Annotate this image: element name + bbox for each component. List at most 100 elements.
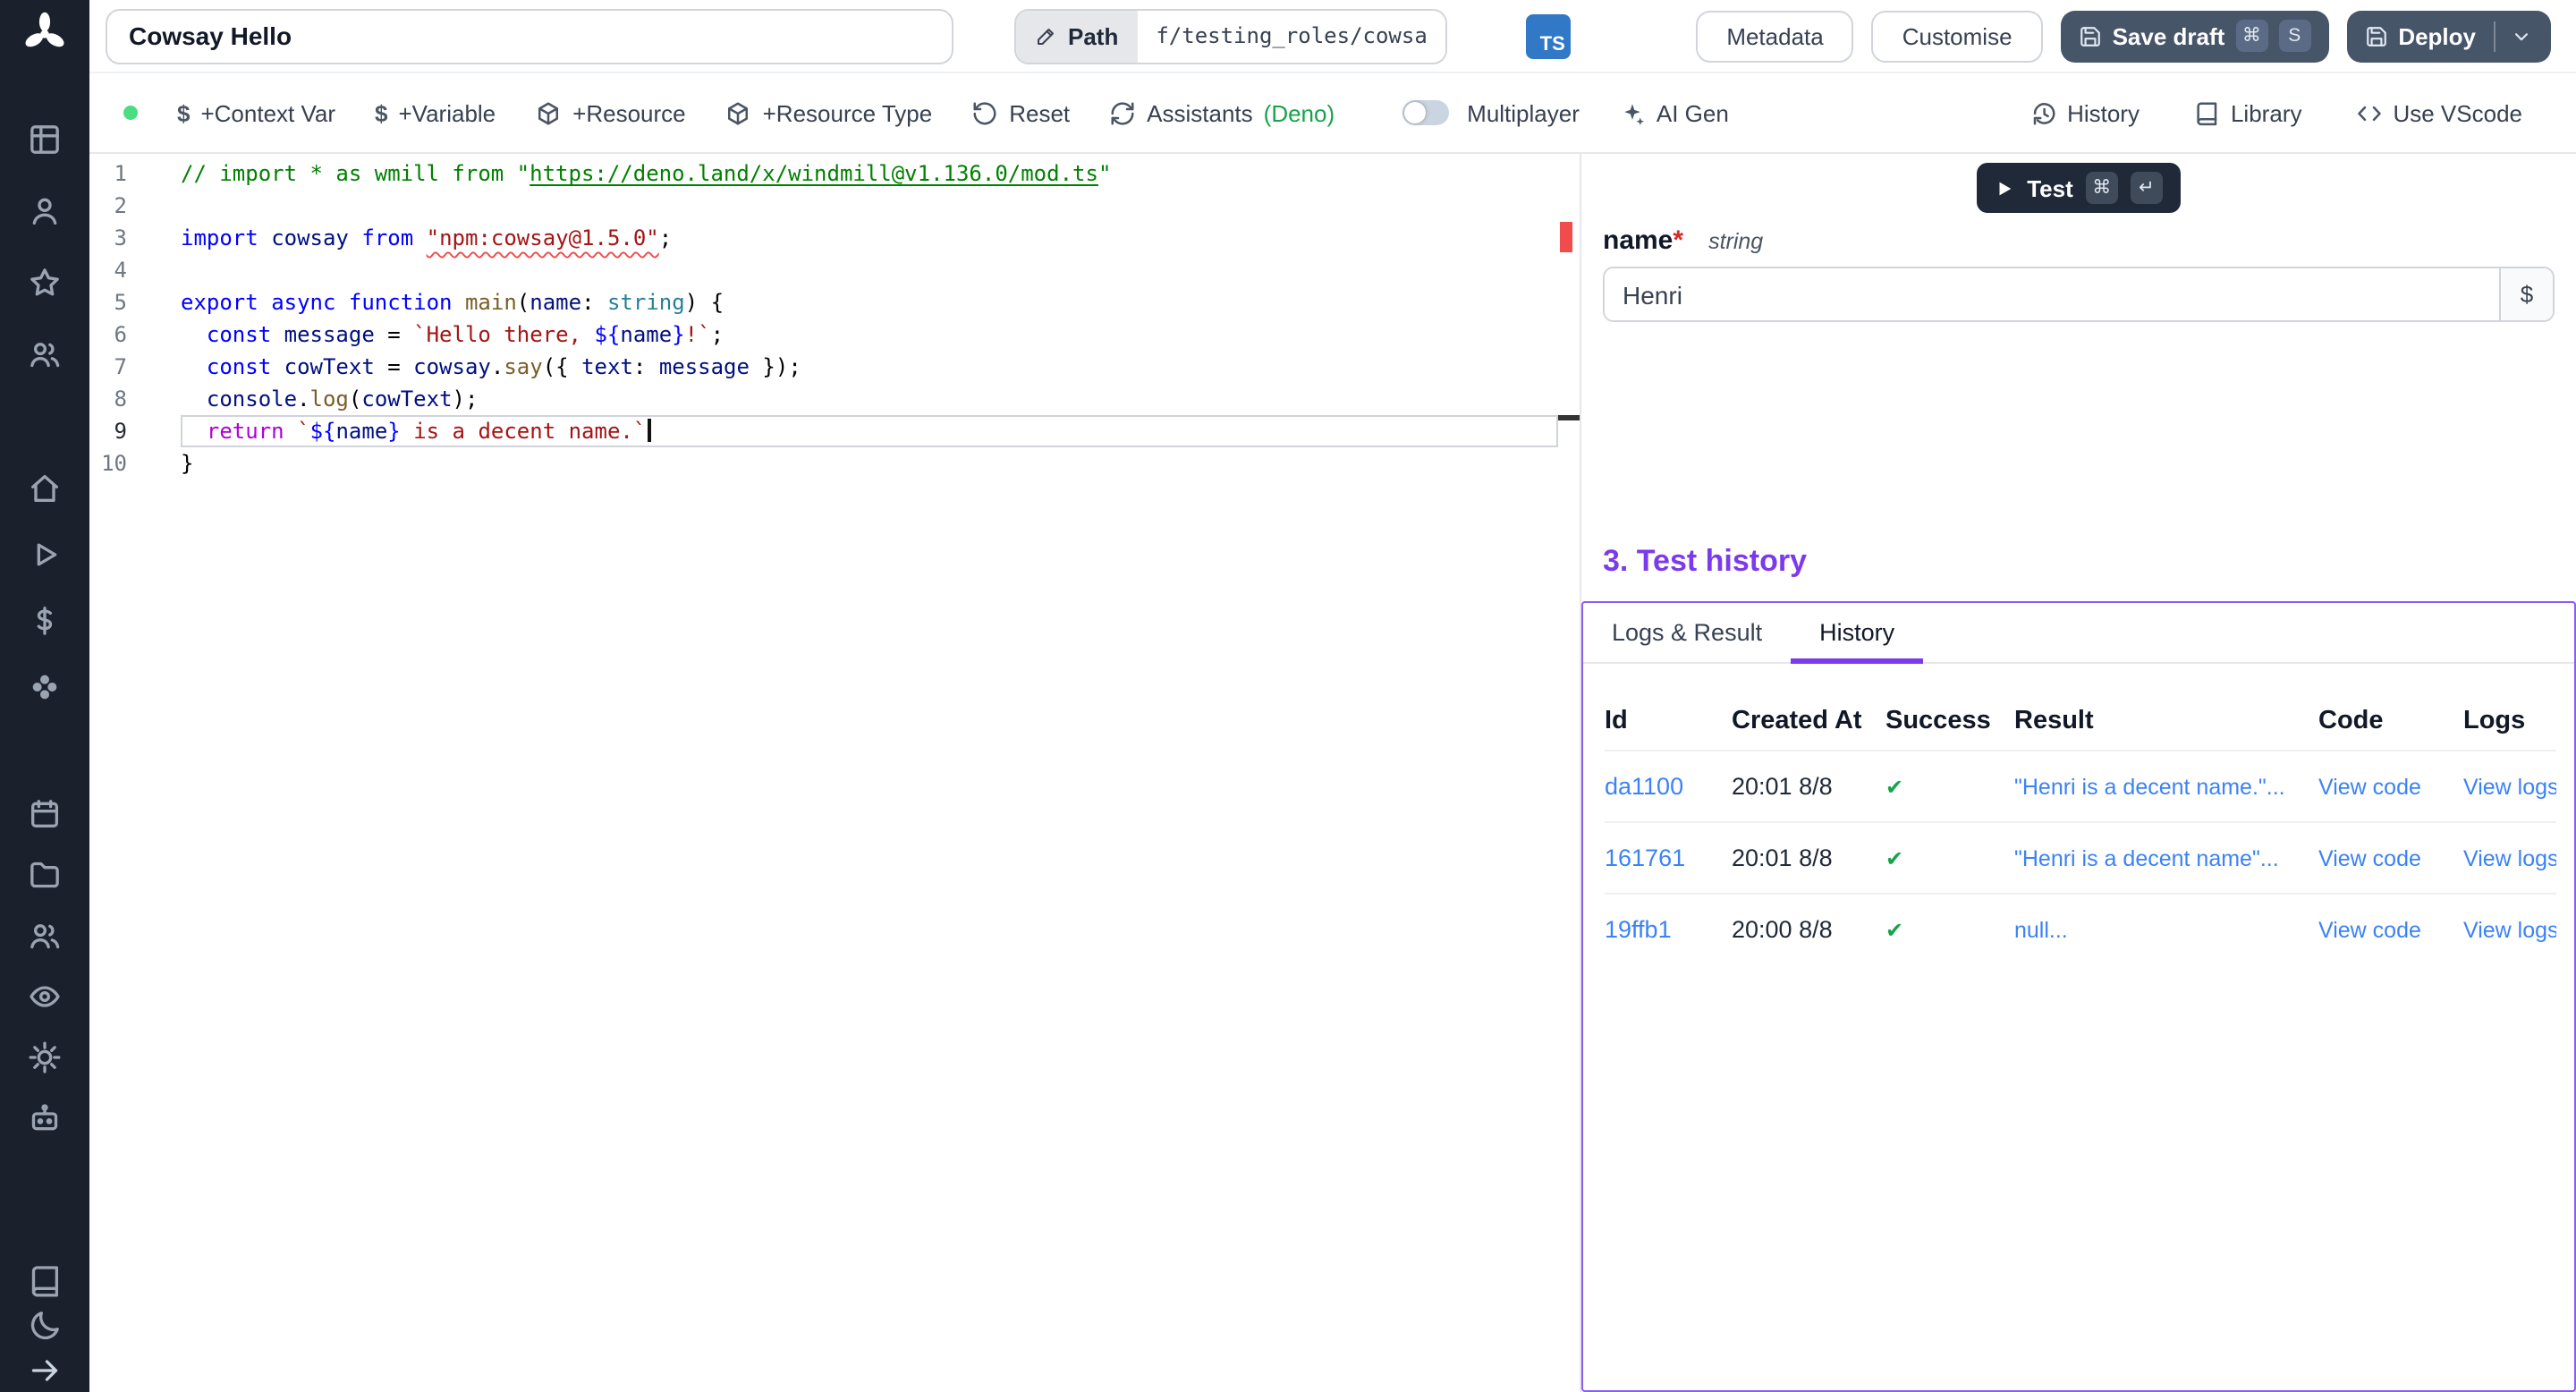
run-id-link[interactable]: da1100 bbox=[1605, 773, 1732, 800]
line-number: 3 bbox=[89, 222, 127, 254]
ai-gen-button[interactable]: AI Gen bbox=[1619, 99, 1729, 126]
add-resource-type-label: +Resource Type bbox=[763, 99, 933, 126]
reset-button[interactable]: Reset bbox=[971, 99, 1070, 126]
sidebar-item-schedules[interactable] bbox=[27, 796, 63, 832]
sidebar bbox=[0, 0, 89, 1392]
script-name-input[interactable] bbox=[106, 8, 953, 64]
sidebar-item-settings[interactable] bbox=[27, 1040, 63, 1075]
view-code-link[interactable]: View code bbox=[2318, 917, 2463, 942]
multiplayer-toggle[interactable] bbox=[1402, 100, 1449, 125]
code-line: } bbox=[181, 447, 1558, 480]
line-number: 9 bbox=[89, 415, 127, 447]
run-result-link[interactable]: "Henri is a decent name."... bbox=[2014, 774, 2318, 799]
history-row: 19ffb120:00 8/8✔null...View codeView log… bbox=[1605, 893, 2556, 964]
editor-code-area[interactable]: // import * as wmill from "https://deno.… bbox=[181, 154, 1558, 1392]
insert-variable-button[interactable]: $ bbox=[2499, 268, 2553, 320]
save-draft-button[interactable]: Save draft ⌘ S bbox=[2061, 10, 2329, 62]
test-button[interactable]: Test ⌘ ↵ bbox=[1977, 163, 2181, 213]
s-key-badge: S bbox=[2278, 20, 2310, 52]
sidebar-expand-button[interactable] bbox=[27, 1352, 63, 1388]
tab-history[interactable]: History bbox=[1791, 603, 1923, 662]
test-row: Test ⌘ ↵ bbox=[1581, 163, 2576, 213]
cmd-key-badge: ⌘ bbox=[2086, 172, 2118, 204]
overview-ruler bbox=[1558, 154, 1580, 1392]
use-vscode-label: Use VScode bbox=[2393, 99, 2522, 126]
path-value[interactable]: f/testing_roles/cowsa bbox=[1138, 10, 1445, 62]
run-created-at: 20:01 8/8 bbox=[1732, 845, 1885, 871]
cube-icon bbox=[725, 99, 752, 126]
use-vscode-button[interactable]: Use VScode bbox=[2355, 99, 2522, 126]
run-result-link[interactable]: "Henri is a decent name"... bbox=[2014, 845, 2318, 870]
sidebar-item-theme[interactable] bbox=[27, 1307, 63, 1343]
line-number: 6 bbox=[89, 318, 127, 351]
sidebar-item-groups[interactable] bbox=[27, 918, 63, 954]
add-resource-button[interactable]: +Resource bbox=[535, 99, 685, 126]
folder-icon bbox=[27, 857, 63, 893]
test-history-panel: Logs & Result History Id Created At Succ… bbox=[1581, 601, 2576, 1392]
calendar-icon bbox=[27, 796, 63, 832]
tab-logs-result[interactable]: Logs & Result bbox=[1583, 603, 1791, 662]
sidebar-item-docs[interactable] bbox=[27, 1262, 63, 1298]
sidebar-item-profile[interactable] bbox=[27, 193, 63, 229]
sidebar-item-variables[interactable] bbox=[27, 602, 63, 638]
customise-button[interactable]: Customise bbox=[1872, 10, 2043, 62]
add-context-var-button[interactable]: $ +Context Var bbox=[177, 99, 335, 126]
history-button[interactable]: History bbox=[2029, 99, 2140, 126]
add-variable-button[interactable]: $ +Variable bbox=[375, 99, 496, 126]
view-code-link[interactable]: View code bbox=[2318, 774, 2463, 799]
sidebar-item-folders[interactable] bbox=[27, 857, 63, 893]
windmill-logo-icon[interactable] bbox=[20, 9, 70, 59]
view-code-link[interactable]: View code bbox=[2318, 845, 2463, 870]
view-logs-link[interactable]: View logs bbox=[2463, 774, 2556, 799]
cursor-marker bbox=[1558, 415, 1580, 420]
view-logs-link[interactable]: View logs bbox=[2463, 917, 2556, 942]
clover-icon bbox=[27, 668, 63, 704]
refresh-icon bbox=[1109, 99, 1136, 126]
users-icon bbox=[27, 336, 63, 372]
toggle-knob bbox=[1404, 102, 1426, 123]
multiplayer-label: Multiplayer bbox=[1467, 99, 1580, 126]
sidebar-item-runs[interactable] bbox=[27, 536, 63, 572]
play-icon bbox=[1995, 178, 2014, 198]
sidebar-item-audit[interactable] bbox=[27, 979, 63, 1014]
sidebar-item-apps[interactable] bbox=[27, 122, 63, 157]
argument-input[interactable] bbox=[1605, 268, 2499, 320]
run-created-at: 20:00 8/8 bbox=[1732, 916, 1885, 943]
run-id-link[interactable]: 161761 bbox=[1605, 845, 1732, 871]
gear-icon bbox=[27, 1040, 63, 1075]
line-number: 5 bbox=[89, 286, 127, 318]
sidebar-item-favorites[interactable] bbox=[27, 265, 63, 301]
arrow-right-icon bbox=[27, 1352, 63, 1388]
cube-icon bbox=[535, 99, 562, 126]
col-header-logs: Logs bbox=[2463, 707, 2556, 735]
dollar-icon: $ bbox=[177, 99, 190, 126]
deploy-dropdown-button[interactable] bbox=[2510, 24, 2533, 47]
argument-input-row: $ bbox=[1603, 267, 2555, 322]
add-resource-type-button[interactable]: +Resource Type bbox=[725, 99, 933, 126]
line-number: 4 bbox=[89, 254, 127, 286]
grid-icon bbox=[27, 122, 63, 157]
sidebar-item-home[interactable] bbox=[27, 470, 63, 505]
play-icon bbox=[27, 536, 63, 572]
run-result-link[interactable]: null... bbox=[2014, 917, 2318, 942]
deploy-button[interactable]: Deploy bbox=[2346, 10, 2551, 62]
windmill-app: Path f/testing_roles/cowsa TS Metadata C… bbox=[0, 0, 2576, 1392]
topbar: Path f/testing_roles/cowsa TS Metadata C… bbox=[89, 0, 2576, 73]
reset-label: Reset bbox=[1009, 99, 1070, 126]
run-id-link[interactable]: 19ffb1 bbox=[1605, 916, 1732, 943]
metadata-button[interactable]: Metadata bbox=[1696, 10, 1853, 62]
library-label: Library bbox=[2231, 99, 2302, 126]
path-edit-button[interactable]: Path bbox=[1016, 10, 1138, 62]
sidebar-group-secondary bbox=[27, 784, 63, 1149]
code-editor[interactable]: 12345678910 // import * as wmill from "h… bbox=[89, 154, 1580, 1392]
sidebar-item-resources[interactable] bbox=[27, 668, 63, 704]
assistants-button[interactable]: Assistants (Deno) bbox=[1109, 99, 1335, 126]
view-logs-link[interactable]: View logs bbox=[2463, 845, 2556, 870]
library-button[interactable]: Library bbox=[2193, 99, 2302, 126]
editor-gutter: 12345678910 bbox=[89, 154, 181, 1392]
sidebar-item-workers[interactable] bbox=[27, 1100, 63, 1136]
add-variable-label: +Variable bbox=[399, 99, 496, 126]
argument-type: string bbox=[1708, 229, 1763, 254]
success-check-icon: ✔ bbox=[1885, 845, 2014, 870]
sidebar-item-members[interactable] bbox=[27, 336, 63, 372]
